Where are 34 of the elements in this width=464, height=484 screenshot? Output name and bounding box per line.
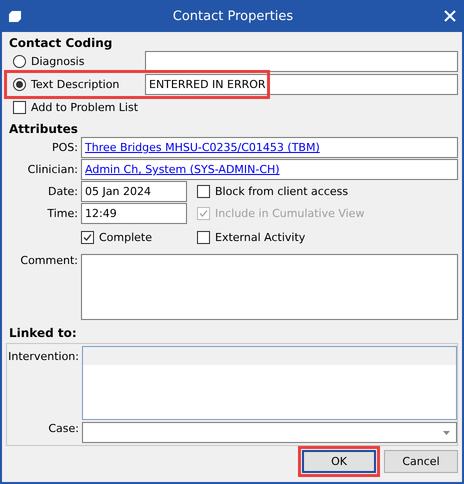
dropdown-arrow-icon: [443, 430, 450, 434]
section-heading: Contact Coding: [8, 34, 114, 51]
dialog-button[interactable]: Cancel: [384, 450, 458, 473]
section-heading: Linked to:: [8, 324, 78, 341]
checkbox-label[interactable]: External Activity: [197, 230, 306, 244]
date-field[interactable]: 05 Jan 2024: [81, 181, 187, 202]
field-label: Time:: [46, 207, 78, 220]
radio-option[interactable]: Text Description: [6, 78, 145, 91]
field-label: Date:: [47, 185, 78, 198]
radio-option[interactable]: Diagnosis: [6, 55, 145, 68]
link-field[interactable]: Admin Ch, System (SYS-ADMIN-CH): [81, 159, 458, 180]
radio-icon[interactable]: [13, 55, 26, 68]
text-field[interactable]: ENTERRED IN ERROR: [145, 74, 458, 95]
radio-icon[interactable]: [13, 78, 26, 91]
window-icon: [8, 10, 22, 22]
field-label: POS:: [51, 141, 78, 154]
section-heading: Attributes: [8, 120, 79, 137]
checkmark-icon: [83, 232, 92, 242]
window-title: Contact Properties: [172, 8, 294, 24]
field-label: Clinician:: [26, 163, 78, 176]
link-field[interactable]: Three Bridges MHSU-C0235/C01453 (TBM): [81, 137, 458, 158]
intervention-list[interactable]: [82, 346, 457, 420]
comment-field[interactable]: [81, 254, 458, 320]
checkbox-label[interactable]: Block from client access: [197, 185, 348, 198]
checkbox-label[interactable]: Complete: [81, 230, 152, 244]
field-label: Intervention:: [7, 349, 79, 363]
close-icon[interactable]: [444, 10, 456, 22]
case-dropdown[interactable]: [82, 422, 457, 443]
time-field[interactable]: 12:49: [81, 203, 187, 224]
text-field[interactable]: [145, 51, 458, 72]
checkmark-icon: [199, 209, 208, 218]
field-label: Comment:: [19, 253, 78, 267]
field-label: Case:: [47, 422, 79, 437]
checkbox-label[interactable]: Add to Problem List: [13, 100, 138, 114]
